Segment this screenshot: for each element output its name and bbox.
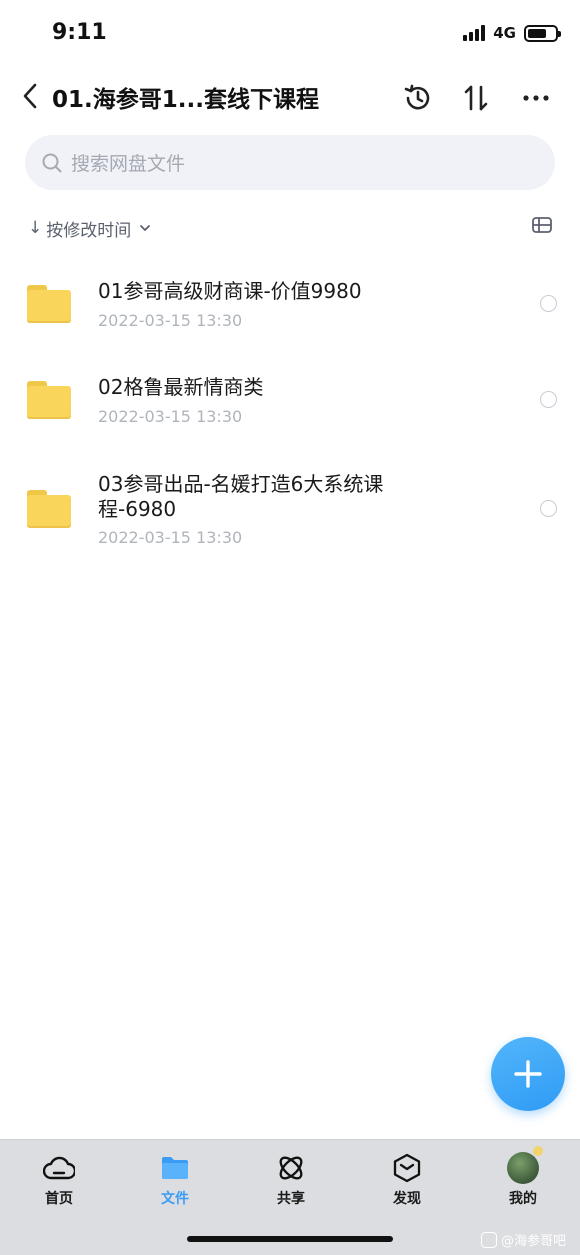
folder-icon xyxy=(27,490,71,528)
folder-icon xyxy=(27,381,71,419)
nav-bar: 01.海参哥1...套线下课程 xyxy=(0,70,580,126)
tab-label: 发现 xyxy=(393,1191,421,1207)
chevron-left-icon xyxy=(23,83,37,109)
back-button[interactable] xyxy=(16,78,44,114)
more-dots-icon xyxy=(523,95,549,101)
list-item[interactable]: 02格鲁最新情商类 2022-03-15 13:30 xyxy=(0,356,580,448)
tab-discover[interactable]: 发现 xyxy=(367,1152,447,1208)
signal-icon xyxy=(463,25,486,41)
select-checkbox[interactable] xyxy=(540,295,557,312)
history-button[interactable] xyxy=(400,80,436,116)
search-icon xyxy=(42,153,62,172)
tab-label: 文件 xyxy=(161,1191,189,1207)
tab-home[interactable]: 首页 xyxy=(19,1152,99,1208)
file-date: 2022-03-15 13:30 xyxy=(98,311,243,330)
file-name: 03参哥出品-名媛打造6大系统课程-6980 xyxy=(98,472,384,521)
page-title: 01.海参哥1...套线下课程 xyxy=(52,87,319,113)
more-button[interactable] xyxy=(518,80,554,116)
history-icon xyxy=(404,84,430,110)
network-type: 4G xyxy=(493,24,516,42)
sort-arrows-icon xyxy=(464,85,488,111)
status-bar: 9:11 4G xyxy=(0,0,580,70)
list-view-icon[interactable] xyxy=(531,216,553,234)
cloud-icon xyxy=(43,1152,75,1184)
arrow-down-icon: ↓ xyxy=(28,218,43,238)
tab-label: 首页 xyxy=(45,1191,73,1207)
select-checkbox[interactable] xyxy=(540,391,557,408)
tab-label: 我的 xyxy=(509,1191,537,1207)
weibo-logo-icon xyxy=(480,1231,497,1248)
folder-icon xyxy=(159,1152,191,1184)
battery-icon xyxy=(524,24,561,42)
add-button[interactable] xyxy=(491,1037,565,1111)
watermark: @海参哥吧 xyxy=(480,1230,566,1249)
tab-me[interactable]: 我的 xyxy=(483,1146,563,1208)
tab-label: 共享 xyxy=(277,1191,305,1207)
status-time: 9:11 xyxy=(52,20,107,45)
list-item[interactable]: 03参哥出品-名媛打造6大系统课程-6980 2022-03-15 13:30 xyxy=(0,452,580,562)
watermark-text: @海参哥吧 xyxy=(500,1234,566,1249)
avatar xyxy=(507,1146,543,1184)
tab-share[interactable]: 共享 xyxy=(251,1152,331,1208)
share-orbit-icon xyxy=(275,1152,307,1184)
chevron-down-icon[interactable] xyxy=(139,224,151,232)
select-checkbox[interactable] xyxy=(540,500,557,517)
file-date: 2022-03-15 13:30 xyxy=(98,407,243,426)
list-item[interactable]: 01参哥高级财商课-价值9980 2022-03-15 13:30 xyxy=(0,260,580,352)
sort-toggle-button[interactable] xyxy=(458,80,494,116)
search-input[interactable]: 搜索网盘文件 xyxy=(25,135,555,190)
discover-cube-icon xyxy=(391,1152,423,1184)
status-indicators: 4G xyxy=(463,24,561,42)
sort-row: ↓ 按修改时间 xyxy=(28,212,553,244)
search-placeholder: 搜索网盘文件 xyxy=(71,153,186,175)
file-name: 02格鲁最新情商类 xyxy=(98,375,264,399)
plus-icon xyxy=(514,1060,542,1088)
home-indicator xyxy=(187,1236,393,1242)
file-name: 01参哥高级财商课-价值9980 xyxy=(98,279,362,303)
tab-files[interactable]: 文件 xyxy=(135,1152,215,1208)
file-date: 2022-03-15 13:30 xyxy=(98,528,243,547)
sort-dropdown[interactable]: 按修改时间 xyxy=(46,216,131,241)
folder-icon xyxy=(27,285,71,323)
